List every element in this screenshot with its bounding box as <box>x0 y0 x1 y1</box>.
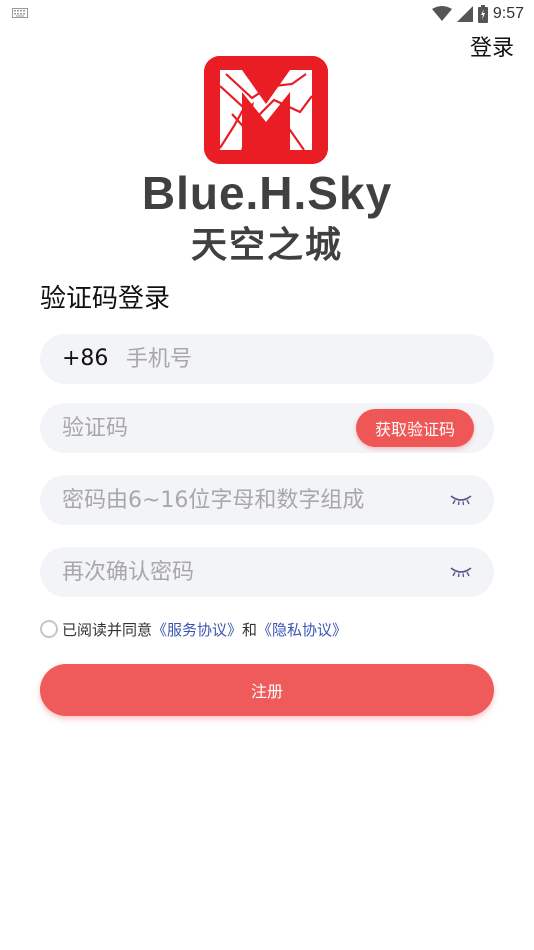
agreement-prefix: 已阅读并同意 <box>62 620 153 639</box>
phone-input[interactable] <box>126 334 466 384</box>
register-button[interactable]: 注册 <box>40 664 494 716</box>
eye-closed-icon[interactable] <box>450 566 472 578</box>
page-title: 验证码登录 <box>40 284 171 314</box>
password-input[interactable] <box>62 475 432 525</box>
status-icons: 9:57 <box>431 4 524 24</box>
phone-field: +86 <box>40 334 494 384</box>
status-time: 9:57 <box>492 5 524 22</box>
confirm-password-field <box>40 547 494 597</box>
code-input[interactable] <box>62 403 332 453</box>
login-link[interactable]: 登录 <box>470 30 514 62</box>
eye-closed-icon[interactable] <box>450 494 472 506</box>
wifi-icon <box>431 6 452 21</box>
password-field <box>40 475 494 525</box>
agreement-and: 和 <box>242 620 258 639</box>
signal-icon <box>456 6 473 22</box>
battery-icon <box>477 5 488 23</box>
agreement-row: 已阅读并同意 《服务协议》 和 《隐私协议》 <box>40 618 347 640</box>
get-code-button[interactable]: 获取验证码 <box>356 409 474 447</box>
country-code: +86 <box>62 346 109 371</box>
agreement-checkbox[interactable] <box>40 620 58 638</box>
status-bar: 9:57 <box>0 0 534 28</box>
privacy-agreement-link[interactable]: 《隐私协议》 <box>257 619 347 640</box>
app-logo <box>204 56 328 164</box>
confirm-password-input[interactable] <box>62 547 432 597</box>
brand-subtitle: 天空之城 <box>190 225 343 266</box>
code-field: 获取验证码 <box>40 403 494 453</box>
shattered-m-logo-icon <box>204 56 328 164</box>
service-agreement-link[interactable]: 《服务协议》 <box>152 619 242 640</box>
keyboard-icon <box>12 8 28 18</box>
brand-name: Blue.H.Sky <box>141 167 393 219</box>
